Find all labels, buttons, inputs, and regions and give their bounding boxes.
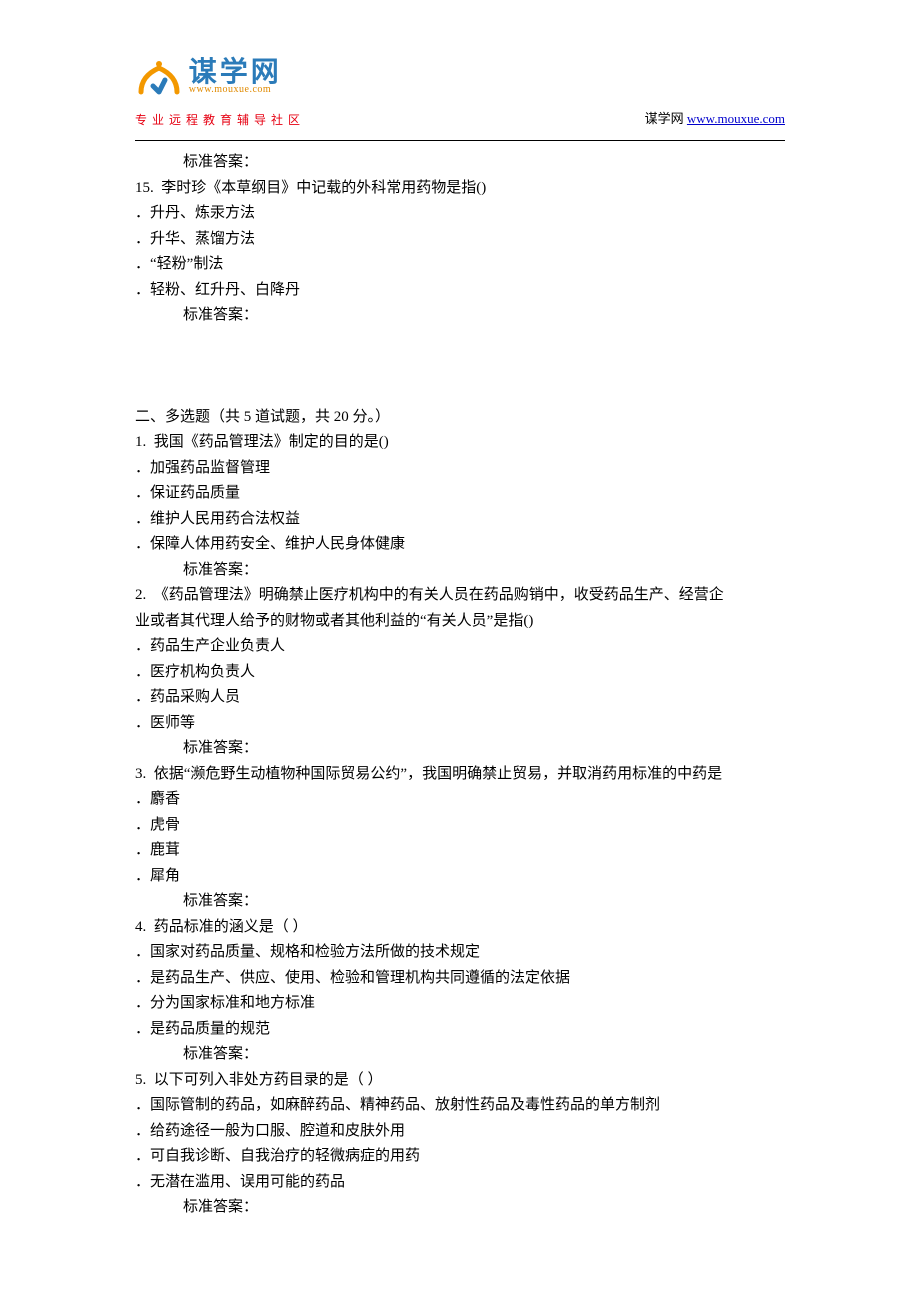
option: ．是药品生产、供应、使用、检验和管理机构共同遵循的法定依据 bbox=[135, 966, 785, 992]
question-number: 3. bbox=[135, 766, 146, 782]
header-source: 谋学网 www.mouxue.com bbox=[645, 108, 785, 127]
question-number: 4. bbox=[135, 919, 146, 935]
option: ．药品采购人员 bbox=[135, 685, 785, 711]
option: ．国家对药品质量、规格和检验方法所做的技术规定 bbox=[135, 940, 785, 966]
option: ．医疗机构负责人 bbox=[135, 660, 785, 686]
answer-label: 标准答案： bbox=[135, 1042, 785, 1068]
option: ．鹿茸 bbox=[135, 838, 785, 864]
question-stem: 依据“濒危野生动植物种国际贸易公约”，我国明确禁止贸易，并取消药用标准的中药是 bbox=[154, 766, 722, 782]
question-number: 5. bbox=[135, 1072, 146, 1088]
question-stem-line1: 《药品管理法》明确禁止医疗机构中的有关人员在药品购销中，收受药品生产、经营企 bbox=[154, 587, 724, 603]
option: ．维护人民用药合法权益 bbox=[135, 507, 785, 533]
question-number: 1. bbox=[135, 434, 146, 450]
option: ．药品生产企业负责人 bbox=[135, 634, 785, 660]
logo-text: 谋学网 bbox=[189, 58, 282, 86]
option: ．虎骨 bbox=[135, 813, 785, 839]
question-stem: 以下可列入非处方药目录的是（ ） bbox=[154, 1072, 383, 1088]
question-number: 15. bbox=[135, 180, 154, 196]
option: ．分为国家标准和地方标准 bbox=[135, 991, 785, 1017]
option: ．医师等 bbox=[135, 711, 785, 737]
option: ．轻粉、红升丹、白降丹 bbox=[135, 278, 785, 304]
option: ．无潜在滥用、误用可能的药品 bbox=[135, 1170, 785, 1196]
header-divider bbox=[135, 140, 785, 141]
option: ．保障人体用药安全、维护人民身体健康 bbox=[135, 532, 785, 558]
question-number: 2. bbox=[135, 587, 146, 603]
multi-question-5: 5. 以下可列入非处方药目录的是（ ） ．国际管制的药品，如麻醉药品、精神药品、… bbox=[135, 1068, 785, 1221]
multi-question-1: 1. 我国《药品管理法》制定的目的是() ．加强药品监督管理 ．保证药品质量 ．… bbox=[135, 430, 785, 583]
option: ．加强药品监督管理 bbox=[135, 456, 785, 482]
option: ．“轻粉”制法 bbox=[135, 252, 785, 278]
header-source-link[interactable]: www.mouxue.com bbox=[687, 111, 785, 126]
question-stem: 我国《药品管理法》制定的目的是() bbox=[154, 434, 389, 450]
question-stem-line2: 业或者其代理人给予的财物或者其他利益的“有关人员”是指() bbox=[135, 609, 785, 635]
site-logo: 谋学网 www.mouxue.com 专业远程教育辅导社区 bbox=[135, 58, 305, 128]
option: ．保证药品质量 bbox=[135, 481, 785, 507]
option: ．犀角 bbox=[135, 864, 785, 890]
answer-label: 标准答案： bbox=[135, 303, 785, 329]
option: ．可自我诊断、自我治疗的轻微病症的用药 bbox=[135, 1144, 785, 1170]
option: ．给药途径一般为口服、腔道和皮肤外用 bbox=[135, 1119, 785, 1145]
document-body: 标准答案： 15. 李时珍《本草纲目》中记载的外科常用药物是指() ．升丹、炼汞… bbox=[0, 130, 920, 1221]
option: ．国际管制的药品，如麻醉药品、精神药品、放射性药品及毒性药品的单方制剂 bbox=[135, 1093, 785, 1119]
multi-question-4: 4. 药品标准的涵义是（ ） ．国家对药品质量、规格和检验方法所做的技术规定 ．… bbox=[135, 915, 785, 1068]
logo-icon bbox=[135, 58, 183, 107]
question-stem: 药品标准的涵义是（ ） bbox=[154, 919, 308, 935]
multi-question-3: 3. 依据“濒危野生动植物种国际贸易公约”，我国明确禁止贸易，并取消药用标准的中… bbox=[135, 762, 785, 915]
answer-label: 标准答案： bbox=[135, 889, 785, 915]
option: ．升丹、炼汞方法 bbox=[135, 201, 785, 227]
section-2-title: 二、多选题（共 5 道试题，共 20 分。） bbox=[135, 405, 785, 431]
header-source-label: 谋学网 bbox=[645, 111, 684, 126]
option: ．升华、蒸馏方法 bbox=[135, 227, 785, 253]
option: ．是药品质量的规范 bbox=[135, 1017, 785, 1043]
logo-tagline: 专业远程教育辅导社区 bbox=[135, 111, 305, 128]
page-header: 谋学网 www.mouxue.com 专业远程教育辅导社区 谋学网 www.mo… bbox=[0, 0, 920, 130]
logo-url-text: www.mouxue.com bbox=[189, 84, 282, 95]
question-stem: 李时珍《本草纲目》中记载的外科常用药物是指() bbox=[161, 180, 486, 196]
answer-label: 标准答案： bbox=[135, 558, 785, 584]
question-15: 15. 李时珍《本草纲目》中记载的外科常用药物是指() ．升丹、炼汞方法 ．升华… bbox=[135, 176, 785, 329]
answer-label: 标准答案： bbox=[135, 1195, 785, 1221]
answer-label: 标准答案： bbox=[135, 150, 785, 176]
option: ．麝香 bbox=[135, 787, 785, 813]
answer-label: 标准答案： bbox=[135, 736, 785, 762]
multi-question-2: 2. 《药品管理法》明确禁止医疗机构中的有关人员在药品购销中，收受药品生产、经营… bbox=[135, 583, 785, 762]
